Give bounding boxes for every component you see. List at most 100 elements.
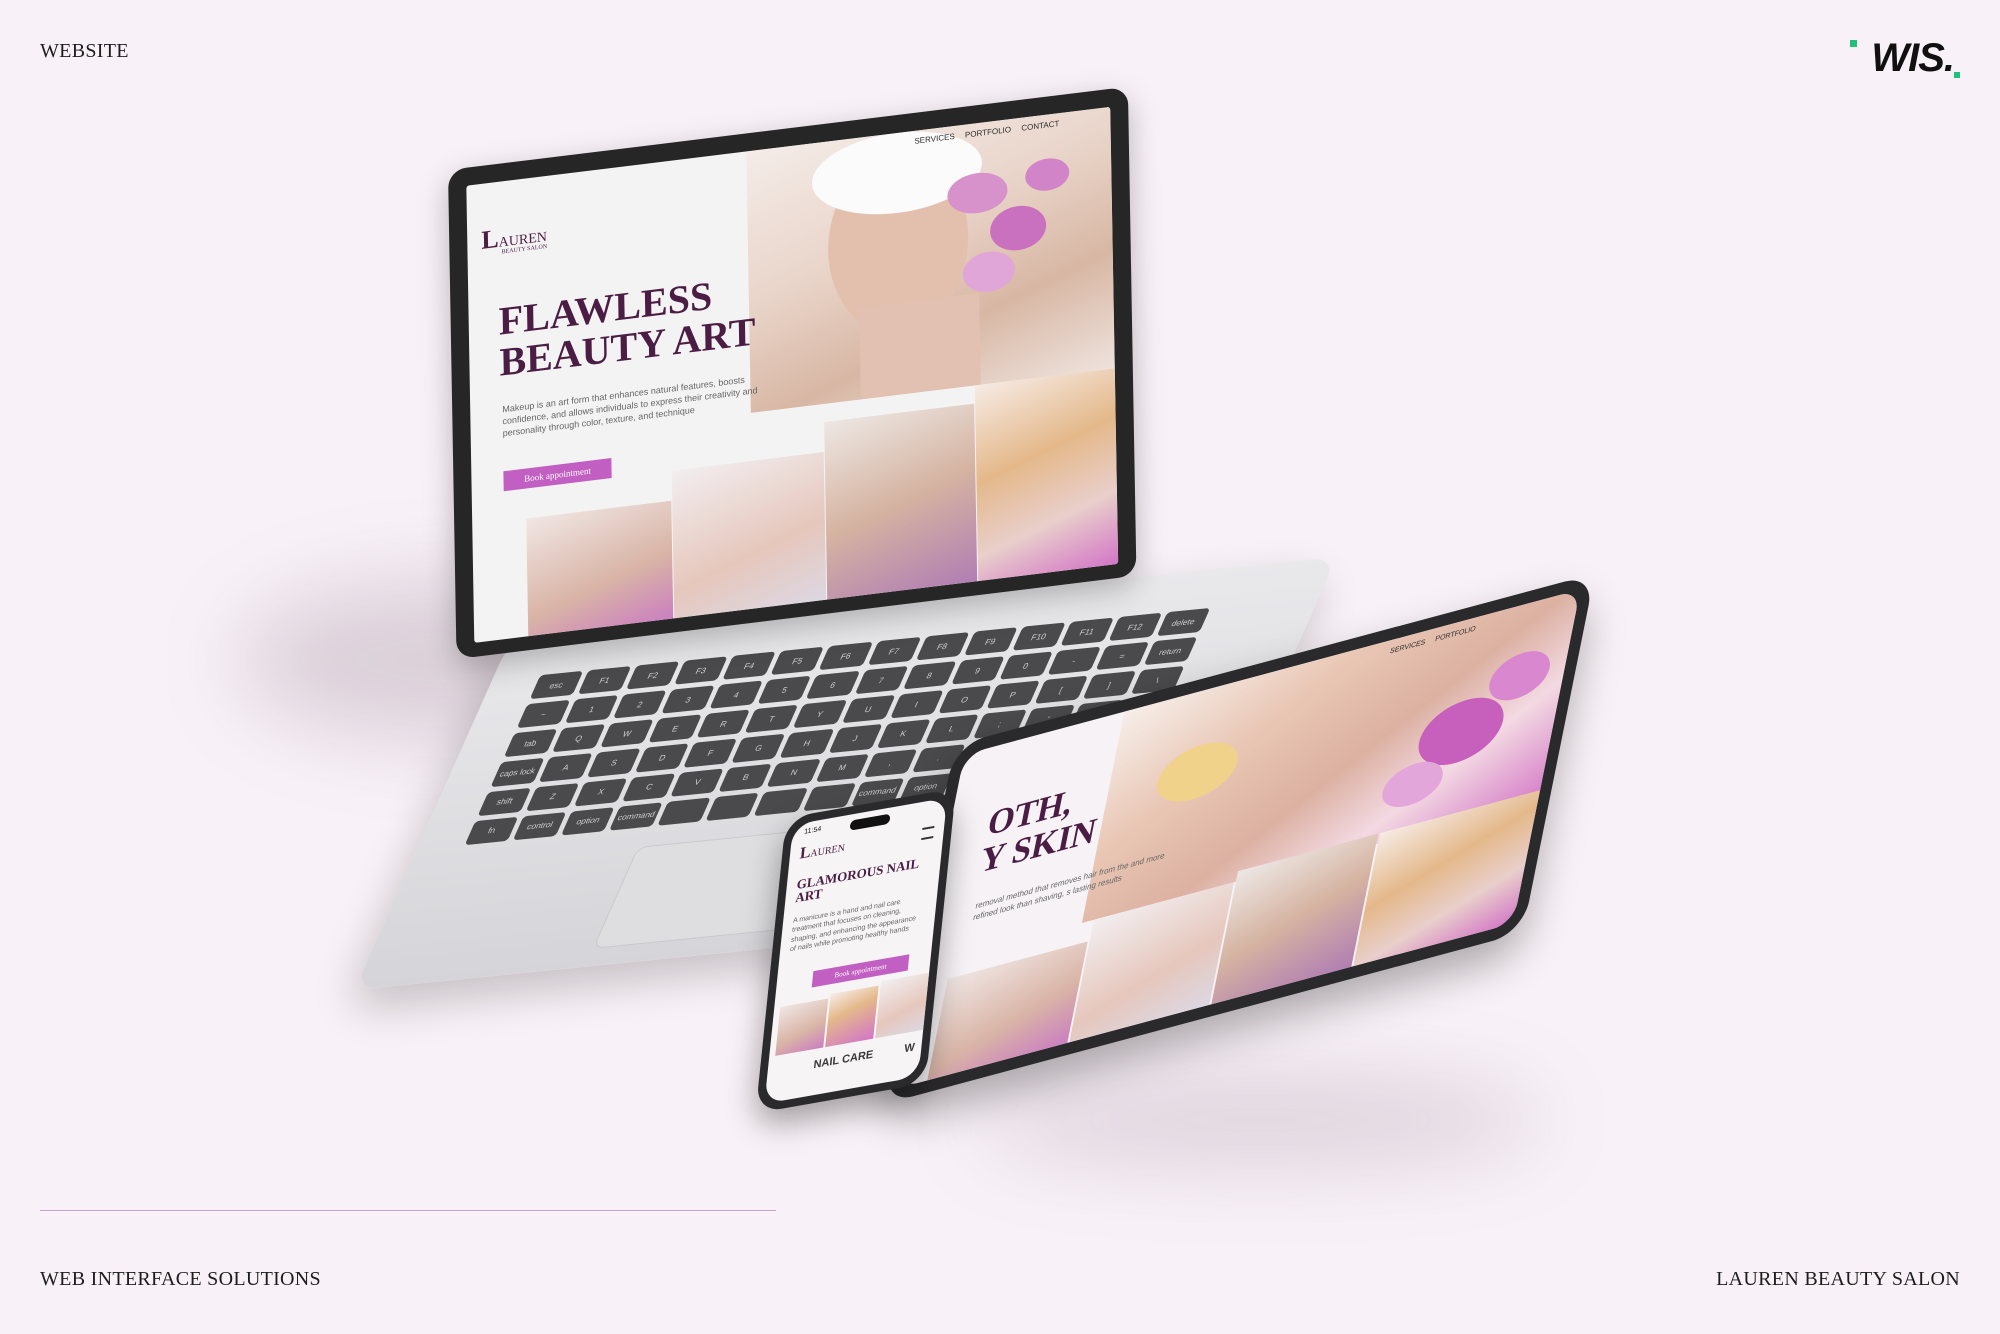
keyboard-key[interactable]: F6 (818, 641, 873, 671)
keyboard-key[interactable]: Y (792, 700, 847, 729)
phone-section-next: W (903, 1041, 916, 1056)
logo-wordmark: WIS. (1871, 36, 1955, 80)
keyboard-key[interactable]: 9 (950, 656, 1005, 685)
keyboard-key[interactable]: G (731, 734, 786, 763)
keyboard-key[interactable]: H (779, 729, 834, 758)
keyboard-key[interactable]: F9 (963, 627, 1018, 656)
logo-accent-square (1850, 40, 1857, 47)
keyboard-key[interactable]: control (512, 811, 567, 841)
keyboard-key[interactable]: , (863, 748, 918, 778)
keyboard-key[interactable]: S (587, 748, 641, 778)
keyboard-key[interactable]: 1 (564, 695, 619, 724)
phone-menu-icon[interactable] (921, 825, 935, 841)
keyboard-key[interactable]: F8 (915, 632, 970, 661)
phone-logo-name: AUREN (809, 842, 846, 860)
keyboard-key[interactable]: V (670, 768, 725, 797)
keyboard-key[interactable]: delete (1156, 607, 1211, 637)
keyboard-key[interactable]: F7 (867, 636, 921, 666)
keyboard-key[interactable]: I (889, 690, 944, 719)
orchid-illustration (811, 131, 1070, 400)
keyboard-key[interactable]: ] (1082, 671, 1137, 700)
footer-left-label: WEB INTERFACE SOLUTIONS (40, 1268, 321, 1290)
mockup-stage: WEBSITE WIS. esc F1 F2 F3 F4 F5 F6 F7 F8 F9 F10 F11… (0, 0, 2000, 1334)
keyboard-key[interactable]: M (815, 753, 869, 783)
thumb-honey-feet (974, 368, 1119, 582)
keyboard-key[interactable]: N (766, 758, 821, 787)
keyboard-key[interactable]: caps lock (490, 758, 545, 787)
keyboard-key[interactable]: F11 (1060, 617, 1114, 647)
phone-section-title-text: NAIL CARE (812, 1048, 874, 1072)
keyboard-key[interactable]: - (1047, 646, 1101, 676)
keyboard-key[interactable]: L (924, 714, 979, 744)
keyboard-key[interactable]: 7 (854, 666, 908, 695)
keyboard-key[interactable]: command (609, 802, 664, 831)
keyboard-key[interactable]: F10 (1011, 622, 1066, 651)
keyboard-key[interactable]: esc (529, 670, 584, 700)
keyboard-key[interactable]: 3 (661, 685, 716, 714)
thumb-nails (671, 452, 827, 619)
tablet-hero-headline: OTH, Y SKIN (977, 776, 1107, 881)
section-label: WEBSITE (40, 40, 129, 62)
thumb-woman-orchid (526, 500, 674, 637)
phone-status-time: 11:54 (803, 825, 822, 836)
keyboard-key[interactable]: tab (503, 729, 558, 758)
keyboard-key[interactable]: T (744, 704, 799, 734)
keyboard-key[interactable]: D (635, 743, 690, 773)
keyboard-key[interactable]: 4 (709, 680, 764, 710)
keyboard-key[interactable]: P (985, 680, 1040, 710)
keyboard-key[interactable]: 2 (613, 690, 667, 719)
keyboard-key[interactable]: A (538, 753, 593, 782)
keyboard-key[interactable]: 0 (998, 651, 1053, 681)
salon-logo: LAUREN BEAUTY SALON (481, 218, 547, 258)
keyboard-key[interactable]: option (561, 806, 615, 836)
keyboard-key[interactable]: 8 (902, 661, 957, 690)
keyboard-key[interactable]: E (648, 714, 703, 744)
keyboard-key[interactable]: 5 (757, 675, 812, 705)
hero-headline: FLAWLESS BEAUTY ART (498, 270, 756, 385)
logo-accent-square (1954, 72, 1960, 78)
hero-description: Makeup is an art form that enhances natu… (502, 374, 758, 439)
phone-thumb-1 (775, 998, 829, 1056)
keyboard-key[interactable]: F5 (770, 646, 825, 676)
wis-logo: WIS. (1850, 36, 1960, 86)
keyboard-key[interactable]: B (718, 763, 773, 792)
phone-thumb-2 (825, 985, 879, 1048)
laptop-display: SERVICES PORTFOLIO CONTACT LAUREN BEAUTY… (466, 106, 1119, 643)
keyboard-key[interactable]: X (574, 777, 628, 807)
keyboard-key[interactable]: = (1095, 641, 1150, 671)
keyboard-key[interactable] (754, 787, 808, 817)
keyboard-key[interactable]: U (841, 695, 895, 724)
keyboard-key[interactable]: shift (477, 787, 532, 816)
keyboard-key[interactable] (657, 797, 712, 826)
tablet-shadow (980, 1080, 1540, 1160)
keyboard-key[interactable]: C (622, 772, 677, 802)
keyboard-key[interactable]: Q (551, 724, 606, 753)
phone-salon-logo: LAUREN (799, 837, 846, 863)
keyboard-key[interactable]: F4 (722, 651, 777, 680)
tablet-thumb-woman (927, 941, 1088, 1081)
keyboard-key[interactable]: [ (1034, 675, 1088, 705)
keyboard-key[interactable]: K (876, 719, 931, 749)
phone-thumb-3 (875, 972, 930, 1039)
keyboard-key[interactable]: ~ (516, 700, 571, 729)
keyboard-key[interactable]: R (696, 709, 751, 739)
keyboard-key[interactable]: F (683, 738, 738, 768)
keyboard-key[interactable]: O (937, 685, 992, 715)
phone-display: 11:54 LAUREN GLAMOROUS NAIL ART A manicu… (764, 797, 948, 1104)
keyboard-key[interactable]: J (828, 724, 882, 753)
hero-photo-woman-towel (746, 106, 1115, 413)
keyboard-key[interactable]: F2 (626, 661, 680, 690)
keyboard-key[interactable]: Z (525, 782, 580, 812)
footer-divider (40, 1210, 776, 1211)
keyboard-key[interactable]: return (1143, 637, 1198, 666)
keyboard-key[interactable]: W (600, 719, 654, 748)
phone-device: 11:54 LAUREN GLAMOROUS NAIL ART A manicu… (755, 788, 956, 1114)
keyboard-key[interactable] (705, 792, 760, 821)
keyboard-key[interactable]: F12 (1108, 612, 1163, 642)
keyboard-key[interactable]: F3 (674, 656, 729, 685)
keyboard-key[interactable]: F1 (577, 666, 632, 695)
keyboard-key[interactable]: 6 (805, 670, 860, 700)
book-appointment-button[interactable]: Book appointment (503, 458, 612, 492)
thumb-blonde-woman (824, 403, 978, 600)
keyboard-key[interactable]: fn (464, 816, 519, 846)
